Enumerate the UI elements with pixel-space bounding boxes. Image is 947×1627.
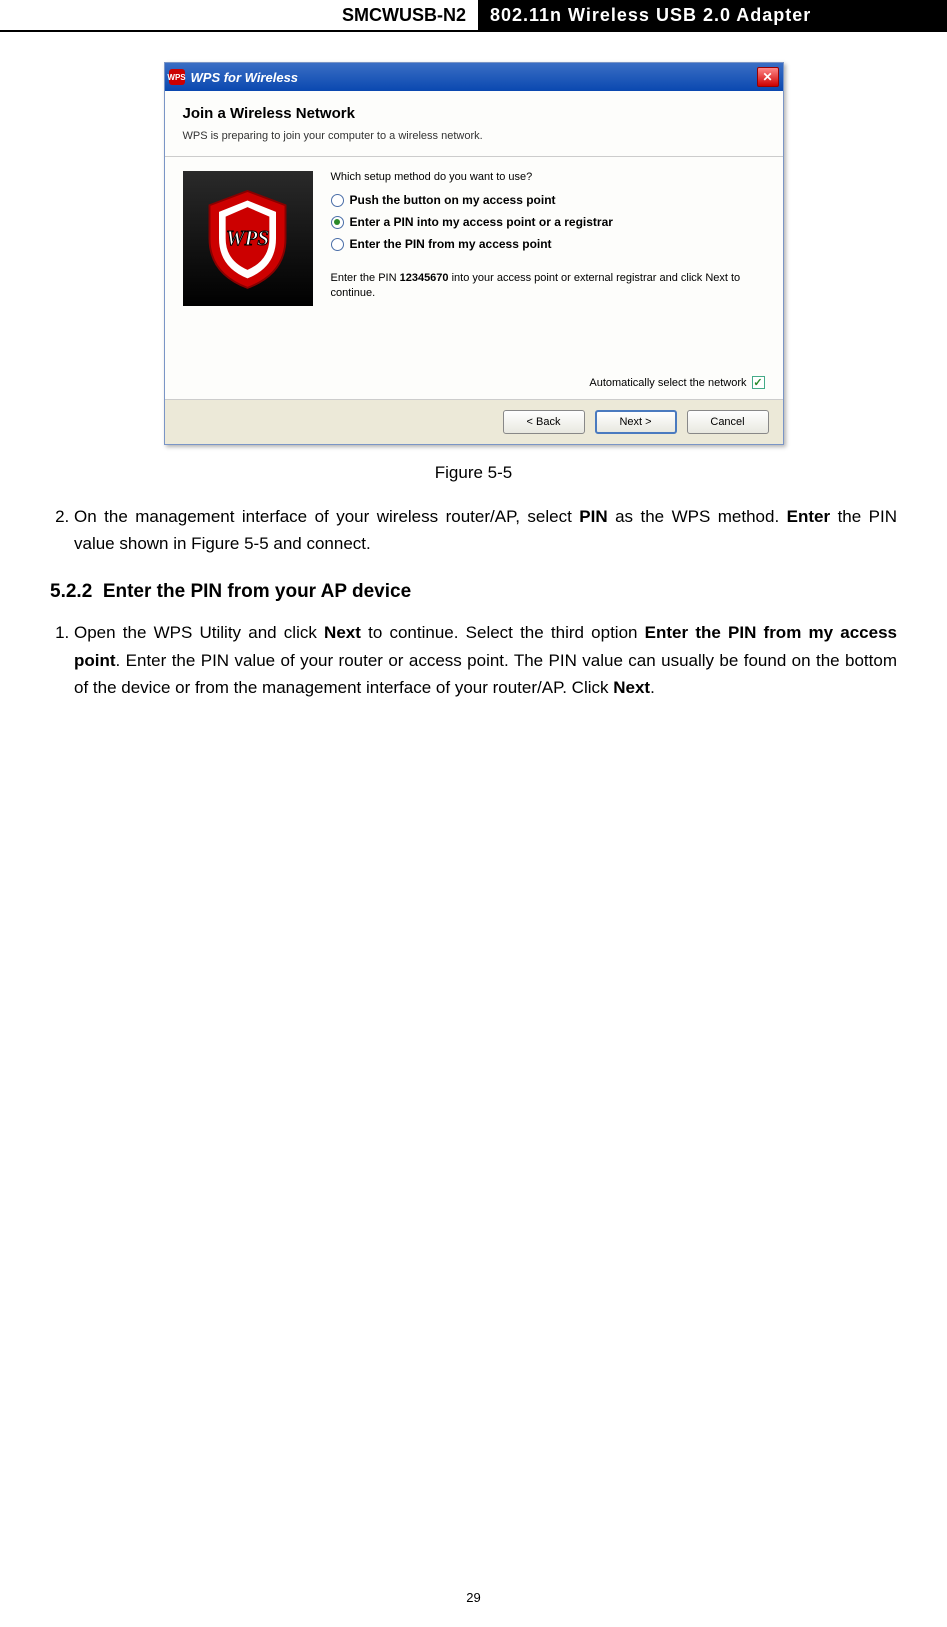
wps-dialog: WPS WPS for Wireless ✕ Join a Wireless N… [164, 62, 784, 445]
radio-icon [331, 194, 344, 207]
dialog-body: Join a Wireless Network WPS is preparing… [165, 91, 783, 399]
page-content: WPS WPS for Wireless ✕ Join a Wireless N… [0, 32, 947, 755]
window-title: WPS for Wireless [191, 70, 757, 85]
radio-enter-pin-from-ap[interactable]: Enter the PIN from my access point [331, 237, 765, 251]
radio-label: Enter the PIN from my access point [350, 237, 552, 251]
step-list-2: On the management interface of your wire… [50, 503, 897, 557]
step-2: On the management interface of your wire… [74, 503, 897, 557]
next-button[interactable]: Next > [595, 410, 677, 434]
page-number: 29 [0, 1590, 947, 1605]
join-title: Join a Wireless Network [183, 105, 765, 122]
titlebar: WPS WPS for Wireless ✕ [165, 63, 783, 91]
header-product: 802.11n Wireless USB 2.0 Adapter [478, 0, 947, 30]
pin-value: 12345670 [400, 272, 449, 284]
header-model: SMCWUSB-N2 [330, 0, 478, 30]
radio-label: Push the button on my access point [350, 193, 556, 207]
divider [165, 156, 783, 157]
radio-icon [331, 216, 344, 229]
button-bar: < Back Next > Cancel [165, 399, 783, 444]
wps-icon: WPS [169, 69, 185, 85]
radio-icon [331, 238, 344, 251]
radio-label: Enter a PIN into my access point or a re… [350, 215, 613, 229]
auto-select-checkbox[interactable]: ✓ [752, 376, 765, 389]
cancel-button[interactable]: Cancel [687, 410, 769, 434]
auto-select-row: Automatically select the network ✓ [183, 376, 765, 389]
close-icon[interactable]: ✕ [757, 67, 779, 87]
step-1: Open the WPS Utility and click Next to c… [74, 619, 897, 701]
radio-push-button[interactable]: Push the button on my access point [331, 193, 765, 207]
back-button[interactable]: < Back [503, 410, 585, 434]
step-list-1: Open the WPS Utility and click Next to c… [50, 619, 897, 701]
wps-logo-image: WPS [183, 171, 313, 306]
section-heading: 5.2.2 Enter the PIN from your AP device [50, 581, 897, 603]
join-subtitle: WPS is preparing to join your computer t… [183, 130, 765, 142]
radio-enter-pin-into-ap[interactable]: Enter a PIN into my access point or a re… [331, 215, 765, 229]
setup-question: Which setup method do you want to use? [331, 171, 765, 183]
wps-shield-text: WPS [226, 226, 269, 250]
pin-instruction: Enter the PIN 12345670 into your access … [331, 271, 765, 302]
figure-label: Figure 5-5 [50, 463, 897, 483]
auto-select-label: Automatically select the network [589, 377, 746, 389]
page-header: SMCWUSB-N2 802.11n Wireless USB 2.0 Adap… [0, 0, 947, 32]
